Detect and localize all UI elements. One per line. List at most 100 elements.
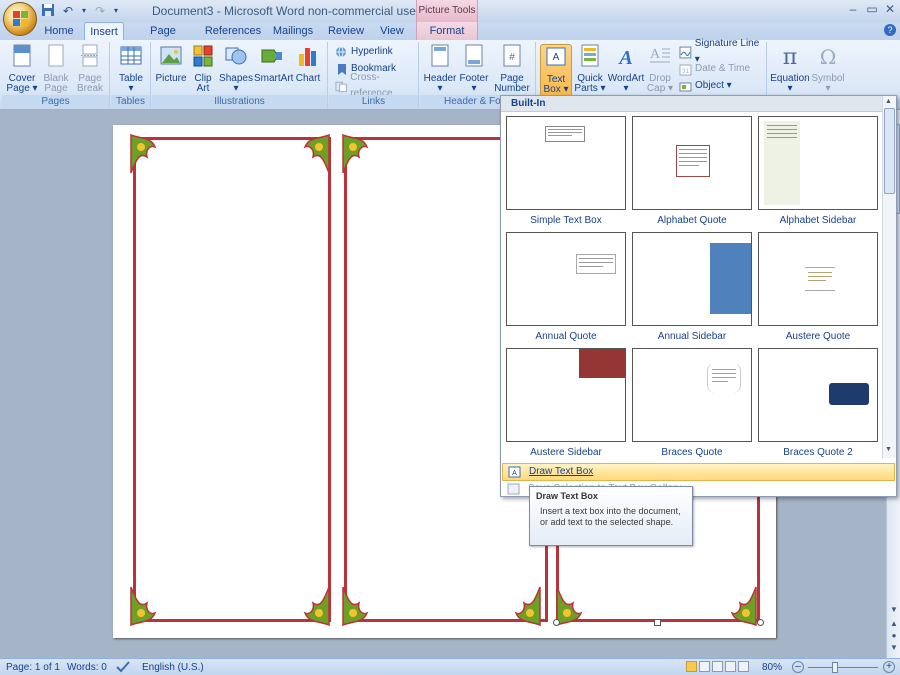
symbol-button[interactable]: Ω Symbol ▾ xyxy=(810,44,846,94)
gallery-item-braces-quote[interactable] xyxy=(632,348,752,442)
zoom-level[interactable]: 80% xyxy=(762,661,782,674)
header-button[interactable]: Header ▾ xyxy=(422,44,458,94)
object-button[interactable]: Object ▾ xyxy=(679,78,732,94)
hyperlink-button[interactable]: Hyperlink xyxy=(335,44,393,60)
gallery-item-label: Alphabet Quote xyxy=(657,215,727,226)
page-break-button[interactable]: Page Break xyxy=(74,44,106,94)
zoom-slider-thumb[interactable] xyxy=(832,662,838,673)
save-icon[interactable] xyxy=(40,3,56,19)
tab-mailings[interactable]: Mailings xyxy=(270,22,316,40)
gallery-item-austere-sidebar[interactable] xyxy=(506,348,626,442)
cover-page-button[interactable]: Cover Page ▾ xyxy=(6,44,38,94)
blank-page-button[interactable]: Blank Page xyxy=(40,44,72,94)
quick-parts-button[interactable]: Quick Parts ▾ xyxy=(573,44,607,94)
undo-icon[interactable]: ↶ xyxy=(60,3,76,19)
picture-button[interactable]: Picture xyxy=(154,44,188,84)
equation-button[interactable]: π Equation ▾ xyxy=(770,44,810,94)
full-screen-reading-icon[interactable] xyxy=(699,661,710,672)
tab-page-layout[interactable]: Page Layout xyxy=(134,22,192,55)
gallery-item-label: Annual Quote xyxy=(535,331,597,342)
redo-icon[interactable]: ↷ xyxy=(92,3,108,19)
undo-dropdown-icon[interactable]: ▾ xyxy=(80,3,88,19)
zoom-out-button[interactable]: – xyxy=(792,661,804,673)
minimize-button[interactable]: – xyxy=(845,2,861,16)
zoom-in-button[interactable]: + xyxy=(883,661,895,673)
ornament-corner-icon xyxy=(342,133,369,174)
gallery-scrollbar[interactable]: ▲ ▼ xyxy=(882,96,896,458)
gallery-header: Built-In xyxy=(501,96,882,112)
tab-home[interactable]: Home xyxy=(40,22,78,40)
footer-button[interactable]: Footer ▾ xyxy=(456,44,492,94)
gallery-item-braces-quote-2[interactable] xyxy=(758,348,878,442)
gallery-item-austere-quote[interactable] xyxy=(758,232,878,326)
tooltip-title: Draw Text Box xyxy=(536,491,598,501)
text-box-gallery: Built-In ▲ ▼ Simple Text Box Alphabet Qu… xyxy=(500,95,897,497)
signature-line-button[interactable]: Signature Line ▾ xyxy=(679,38,766,65)
gallery-item-simple-text-box[interactable] xyxy=(506,116,626,210)
draw-text-box-icon: A xyxy=(508,466,521,478)
next-page-icon[interactable]: ▼ xyxy=(888,642,900,654)
zoom-slider-track[interactable] xyxy=(808,667,878,668)
cross-reference-button[interactable]: Cross-reference xyxy=(335,72,418,99)
gallery-scroll-up-icon[interactable]: ▲ xyxy=(885,98,892,105)
ornament-corner-icon xyxy=(130,586,157,627)
selection-handle[interactable] xyxy=(553,619,560,626)
gallery-scroll-thumb[interactable] xyxy=(884,108,895,194)
close-button[interactable]: ✕ xyxy=(882,2,898,16)
gallery-item-alphabet-sidebar[interactable] xyxy=(758,116,878,210)
wordart-button[interactable]: A WordArt ▾ xyxy=(607,44,645,94)
object-label: Object ▾ xyxy=(695,80,732,91)
selection-handle[interactable] xyxy=(654,619,661,626)
tab-view[interactable]: View xyxy=(376,22,408,40)
language-indicator[interactable]: English (U.S.) xyxy=(142,661,204,674)
chart-button[interactable]: Chart xyxy=(292,44,324,84)
tab-references[interactable]: References xyxy=(204,22,262,40)
web-layout-icon[interactable] xyxy=(712,661,723,672)
customize-qat-icon[interactable]: ▾ xyxy=(112,3,120,19)
print-layout-view-icon[interactable] xyxy=(686,661,697,672)
proofing-icon[interactable] xyxy=(116,661,130,675)
page-break-icon xyxy=(81,44,99,67)
smartart-button[interactable]: SmartArt xyxy=(254,44,294,84)
drop-cap-button[interactable]: A Drop Cap ▾ xyxy=(645,44,675,94)
svg-text:A: A xyxy=(650,47,661,62)
tab-review[interactable]: Review xyxy=(326,22,366,40)
scroll-down-icon[interactable]: ▼ xyxy=(888,604,900,616)
drop-cap-label-2: Cap ▾ xyxy=(646,83,674,94)
page-count[interactable]: Page: 1 of 1 xyxy=(6,661,60,674)
tab-insert[interactable]: Insert xyxy=(84,22,124,40)
ornament-corner-icon xyxy=(130,133,157,174)
smartart-label: SmartArt xyxy=(254,73,294,84)
page-break-label-2: Break xyxy=(76,83,104,94)
blank-page-icon xyxy=(48,44,64,67)
restore-button[interactable]: ▭ xyxy=(864,2,880,16)
draft-view-icon[interactable] xyxy=(738,661,749,672)
previous-page-icon[interactable]: ▲ xyxy=(888,618,900,630)
help-icon[interactable]: ? xyxy=(884,24,896,36)
selection-handle[interactable] xyxy=(757,619,764,626)
clip-art-button[interactable]: Clip Art xyxy=(188,44,218,94)
svg-text:#: # xyxy=(509,52,515,63)
date-time-label: Date & Time xyxy=(695,63,751,74)
window-title: Document3 - Microsoft Word non-commercia… xyxy=(152,4,416,18)
gallery-item-annual-quote[interactable] xyxy=(506,232,626,326)
draw-text-box-menu-item[interactable]: A Draw Text Box xyxy=(502,463,895,481)
gallery-item-label: Austere Sidebar xyxy=(530,447,602,458)
ornament-corner-icon xyxy=(303,133,330,174)
date-time-button[interactable]: 31 Date & Time xyxy=(679,61,750,77)
word-count[interactable]: Words: 0 xyxy=(67,661,107,674)
gallery-item-alphabet-quote[interactable] xyxy=(632,116,752,210)
office-button[interactable] xyxy=(3,2,37,36)
outline-view-icon[interactable] xyxy=(725,661,736,672)
group-links-label: Links xyxy=(329,95,418,108)
save-selection-icon xyxy=(507,483,520,495)
svg-text:Ω: Ω xyxy=(820,45,837,68)
gallery-scroll-down-icon[interactable]: ▼ xyxy=(885,446,892,453)
tab-format[interactable]: Format xyxy=(416,22,478,40)
browse-object-icon[interactable]: ● xyxy=(888,630,900,642)
gallery-item-annual-sidebar[interactable] xyxy=(632,232,752,326)
table-button[interactable]: Table ▾ xyxy=(115,44,147,94)
group-illustrations-label: Illustrations xyxy=(152,95,327,108)
text-box-button[interactable]: A Text Box ▾ xyxy=(540,44,572,98)
shapes-button[interactable]: Shapes ▾ xyxy=(218,44,254,94)
